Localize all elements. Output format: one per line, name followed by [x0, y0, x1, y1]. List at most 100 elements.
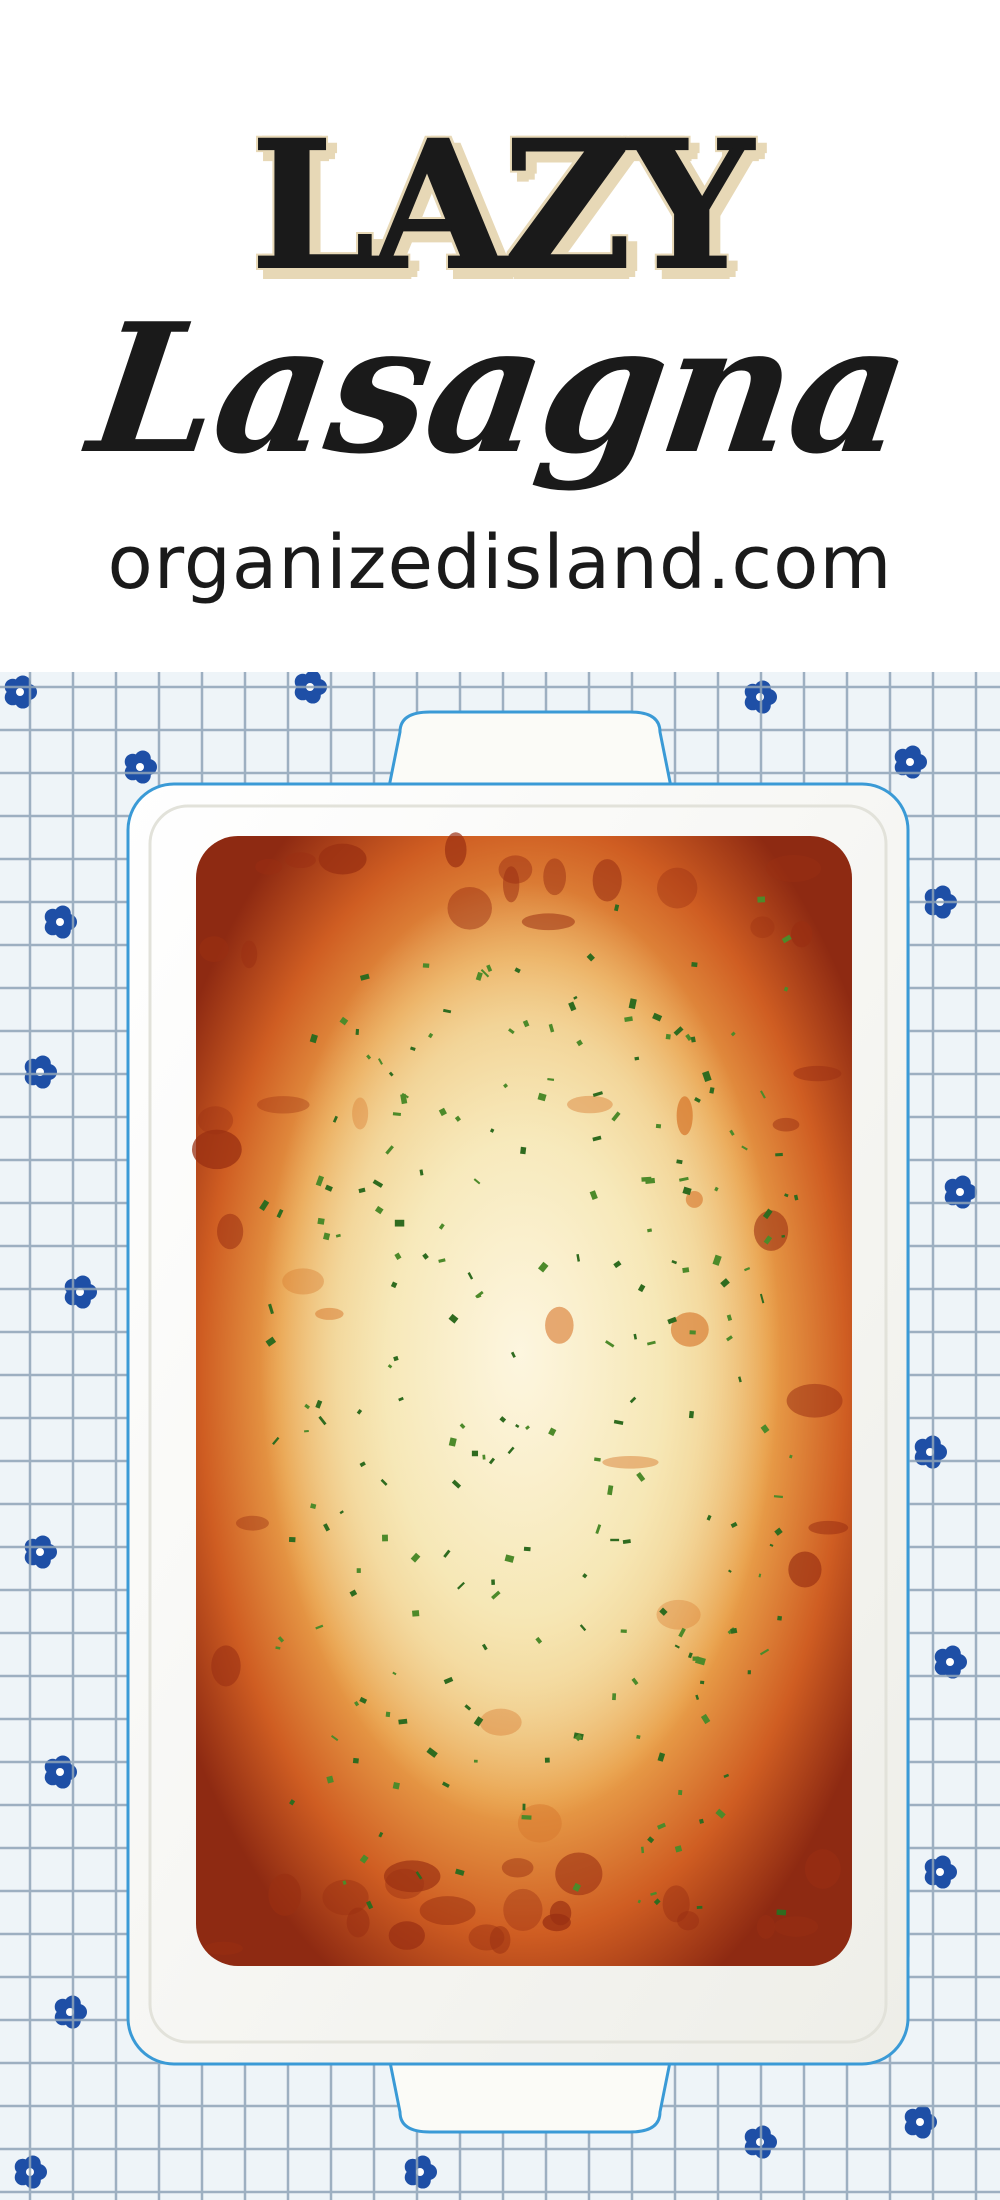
parsley-fleck	[394, 1219, 405, 1227]
parsley-fleck	[665, 1033, 671, 1040]
parsley-fleck	[775, 1152, 783, 1157]
browned-spot	[657, 867, 698, 909]
browned-spot	[204, 1941, 243, 1955]
parsley-fleck	[612, 1693, 617, 1701]
parsley-fleck	[304, 1430, 309, 1433]
browned-spot	[774, 1916, 819, 1937]
lasagna-photo-illustration	[0, 672, 1000, 2200]
parsley-fleck	[696, 1905, 703, 1909]
browned-spot	[670, 1312, 709, 1347]
parsley-fleck	[392, 1782, 400, 1790]
parsley-fleck	[491, 1579, 495, 1585]
parsley-fleck	[521, 1814, 532, 1820]
browned-spot	[602, 1455, 659, 1469]
browned-spot	[766, 854, 821, 883]
parsley-fleck	[385, 1711, 391, 1718]
parsley-fleck	[471, 1450, 479, 1457]
browned-spot	[489, 1925, 511, 1954]
browned-spot	[750, 916, 775, 939]
browned-spot	[235, 1515, 269, 1531]
parsley-fleck	[482, 1454, 486, 1460]
browned-spot	[676, 1096, 693, 1136]
browned-spot	[318, 843, 367, 875]
site-url-wrap: organizedisland.com	[0, 520, 1000, 606]
parsley-fleck	[655, 1123, 662, 1129]
dish-handle-top	[386, 710, 674, 794]
browned-spot	[756, 1915, 776, 1939]
browned-spot	[444, 832, 467, 868]
browned-spot	[521, 913, 575, 931]
browned-spot	[662, 1885, 690, 1923]
parsley-fleck	[288, 1536, 296, 1543]
browned-spot	[793, 1065, 842, 1082]
browned-spot	[808, 1520, 849, 1535]
browned-spot	[352, 1097, 369, 1130]
lasagna-photo	[0, 672, 1000, 2200]
browned-spot	[268, 1873, 302, 1916]
parsley-fleck	[352, 1757, 359, 1764]
browned-spot	[447, 887, 492, 930]
browned-spot	[790, 921, 813, 948]
title-lazy: LAZY	[250, 102, 754, 309]
title-line2-wrap: Lasagna	[0, 284, 1000, 493]
parsley-fleck	[634, 1056, 640, 1061]
browned-spot	[282, 1268, 324, 1295]
title-lasagna: Lasagna	[79, 284, 921, 493]
parsley-fleck	[317, 1217, 325, 1225]
parsley-fleck	[544, 1757, 550, 1763]
browned-spot	[804, 1849, 841, 1889]
browned-spot	[419, 1896, 476, 1926]
parsley-fleck	[636, 1734, 641, 1740]
browned-spot	[503, 1888, 543, 1932]
parsley-fleck	[777, 1615, 783, 1621]
browned-spot	[786, 1383, 843, 1418]
parsley-fleck	[382, 1534, 388, 1542]
site-url: organizedisland.com	[107, 520, 893, 606]
browned-spot	[788, 1551, 822, 1588]
browned-spot	[241, 940, 258, 969]
parsley-fleck	[689, 1330, 696, 1335]
browned-spot	[753, 1210, 789, 1251]
browned-spot	[545, 1306, 574, 1344]
browned-spot	[199, 936, 229, 963]
parsley-fleck	[641, 1176, 652, 1182]
parsley-fleck	[678, 1789, 683, 1796]
browned-spot	[549, 1900, 572, 1926]
parsley-fleck	[523, 1546, 531, 1552]
browned-spot	[772, 1117, 800, 1132]
browned-spot	[315, 1307, 344, 1320]
browned-spot	[217, 1213, 244, 1250]
parsley-fleck	[757, 896, 766, 903]
parsley-fleck	[692, 1656, 699, 1661]
parsley-fleck	[776, 1909, 787, 1916]
parsley-fleck	[355, 1028, 360, 1036]
browned-spot	[211, 1645, 241, 1687]
parsley-fleck	[520, 1146, 527, 1155]
parsley-fleck	[699, 1680, 705, 1685]
parsley-fleck	[688, 1410, 695, 1419]
browned-spot	[592, 859, 622, 902]
parsley-fleck	[610, 1538, 620, 1542]
browned-spot	[567, 1095, 613, 1114]
browned-spot	[543, 858, 567, 896]
title-line1-wrap: LAZY	[0, 102, 1000, 309]
parsley-fleck	[781, 1234, 786, 1238]
browned-spot	[191, 1129, 242, 1170]
parsley-fleck	[412, 1610, 420, 1617]
browned-spot	[255, 858, 283, 875]
parsley-fleck	[522, 1803, 526, 1811]
browned-spot	[256, 1096, 310, 1114]
parsley-fleck	[422, 963, 430, 968]
parsley-fleck	[620, 1629, 627, 1633]
header-banner: LAZY Lasagna organizedisland.com	[0, 0, 1000, 672]
browned-spot	[498, 855, 533, 884]
browned-spot	[285, 852, 316, 869]
browned-spot	[479, 1708, 522, 1736]
browned-spot	[322, 1879, 369, 1916]
parsley-fleck	[682, 1267, 690, 1273]
parsley-fleck	[747, 1670, 751, 1675]
browned-spot	[388, 1921, 425, 1950]
browned-spot	[501, 1858, 534, 1878]
parsley-fleck	[473, 1759, 478, 1763]
parsley-fleck	[356, 1568, 361, 1573]
